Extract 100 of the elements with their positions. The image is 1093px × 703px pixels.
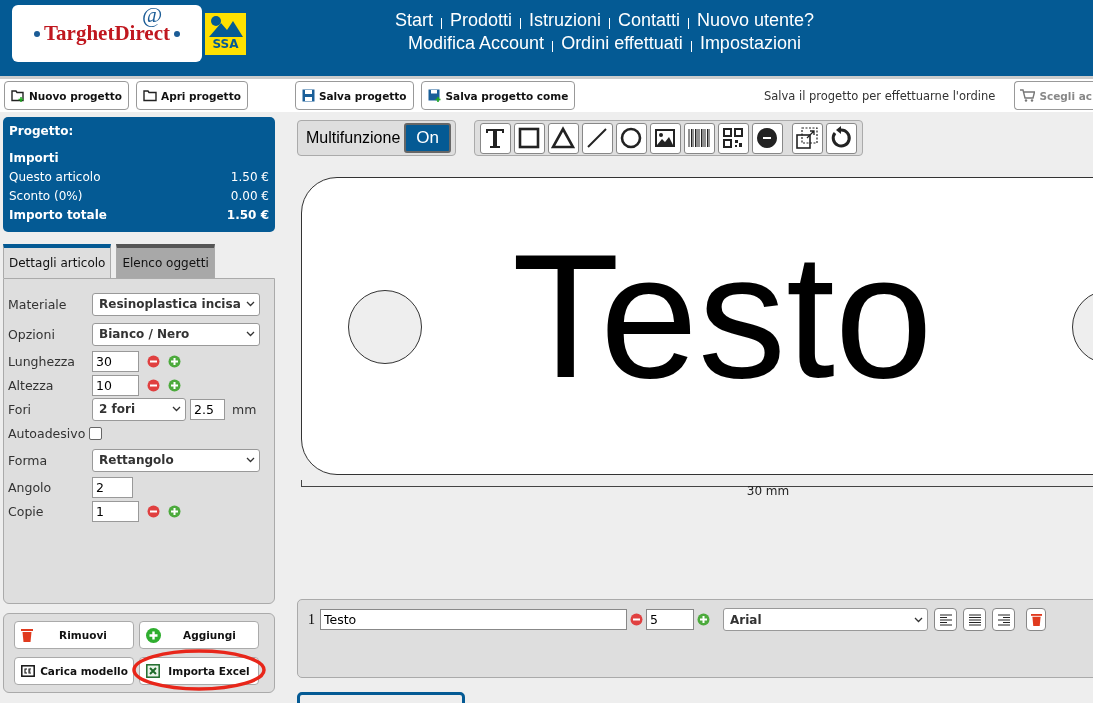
field-label: Lunghezza (8, 353, 76, 369)
toolbar-button[interactable]: Salva progetto (294, 81, 414, 110)
size-input[interactable]: 5 (646, 609, 694, 630)
project-title: Progetto: (9, 123, 75, 140)
plus-icon[interactable] (168, 504, 181, 518)
shape-tool[interactable] (751, 122, 783, 154)
rotate-icon (829, 126, 854, 150)
field-label: Fori (8, 401, 32, 417)
caret-icon (172, 406, 181, 412)
toggle-switch[interactable]: On (404, 123, 451, 153)
caret-icon (246, 301, 255, 307)
qr-code-icon (721, 126, 746, 150)
caret-icon (246, 457, 255, 463)
field-label: Opzioni (8, 326, 56, 342)
resize-icon (795, 126, 820, 150)
dropdown[interactable]: Bianco / Nero (92, 322, 260, 346)
font-dropdown[interactable]: Arial (723, 608, 928, 631)
tab[interactable]: Dettagli articolo (3, 244, 112, 278)
section-heading: Importi (9, 150, 60, 167)
nav-link[interactable]: Start (386, 10, 441, 31)
circle-tool[interactable] (615, 122, 647, 154)
dropdown[interactable]: Resinoplastica incisa (92, 292, 260, 316)
circle-icon (619, 126, 644, 150)
minus-icon[interactable] (630, 613, 643, 626)
plus-icon[interactable] (697, 613, 710, 626)
action-button[interactable]: Rimuovi (14, 621, 134, 649)
checkbox[interactable] (89, 426, 103, 440)
resize-tool[interactable] (791, 122, 823, 154)
save-plus-icon (427, 89, 442, 102)
rotate-tool[interactable] (825, 122, 857, 154)
image-icon (653, 126, 678, 150)
nav-link[interactable]: Prodotti (441, 10, 520, 31)
tab[interactable]: Elenco oggetti (116, 244, 215, 278)
spreadsheet-icon (146, 664, 160, 678)
plus-icon[interactable] (168, 354, 181, 368)
label-text[interactable]: Testo (512, 216, 933, 416)
field-label: Angolo (8, 479, 53, 495)
nav-link[interactable]: Modifica Account (400, 33, 553, 54)
save-icon (301, 89, 315, 102)
text-input[interactable]: Testo (320, 609, 627, 630)
toolbar-button[interactable]: Salva progetto come (420, 81, 576, 110)
action-button[interactable]: Importa Excel (139, 657, 259, 685)
dimension-label: 30 mm (746, 484, 790, 498)
template-icon (21, 665, 35, 677)
delete-button[interactable] (1026, 608, 1046, 631)
price-label: Sconto (0%) (9, 188, 83, 205)
input-field[interactable]: 10 (92, 374, 139, 396)
toolbar-button[interactable]: Apri progetto (136, 81, 248, 110)
align-center-icon (968, 613, 981, 626)
choose-button[interactable]: Scegli ac (1014, 81, 1093, 110)
input-field[interactable]: 30 (92, 350, 139, 372)
price-label: Importo totale (9, 207, 107, 224)
minus-icon[interactable] (147, 504, 160, 518)
nav-link[interactable]: Nuovo utente? (689, 10, 823, 31)
plus-icon[interactable] (168, 378, 181, 392)
qr-code-tool[interactable] (717, 122, 749, 154)
price-value: 1.50 € (226, 207, 269, 224)
align-right-button[interactable] (992, 608, 1015, 631)
text-tool[interactable] (479, 122, 511, 154)
input-field[interactable]: 1 (92, 500, 139, 522)
action-button[interactable]: Carica modello (14, 657, 134, 685)
folder-plus-icon (11, 89, 25, 102)
toolbar-button[interactable]: Nuovo progetto (4, 81, 129, 110)
align-center-button[interactable] (963, 608, 986, 631)
cart-icon (1019, 89, 1036, 102)
input-field[interactable]: 2.5 (190, 398, 225, 420)
field-label: Altezza (8, 377, 55, 393)
logo[interactable]: TarghetDirect @ (12, 5, 202, 62)
minus-icon[interactable] (147, 354, 160, 368)
trash-icon (21, 628, 33, 642)
input-field[interactable]: 2 (92, 476, 133, 498)
field-label: Materiale (8, 296, 68, 312)
triangle-tool[interactable] (547, 122, 579, 154)
dropdown[interactable]: Rettangolo (92, 448, 260, 472)
nav-link[interactable]: Istruzioni (520, 10, 609, 31)
line-tool[interactable] (581, 122, 613, 154)
align-right-icon (997, 613, 1010, 626)
align-left-button[interactable] (934, 608, 957, 631)
price-label: Questo articolo (9, 169, 101, 186)
price-value: 0.00 € (230, 188, 269, 205)
minus-icon[interactable] (147, 378, 160, 392)
field-label: Forma (8, 452, 49, 468)
rectangle-tool[interactable] (513, 122, 545, 154)
label-plate[interactable]: Testo (301, 177, 1093, 475)
nav-link[interactable]: Ordini effettuati (553, 33, 691, 54)
nav-link[interactable]: Contatti (609, 10, 688, 31)
trash-icon (1030, 613, 1042, 626)
row-number: 1 (308, 611, 315, 628)
barcode-icon (687, 126, 712, 150)
dropdown[interactable]: 2 fori (92, 397, 186, 421)
triangle-icon (551, 126, 576, 150)
save-hint: Salva il progetto per effettuarne l'ordine (763, 88, 996, 103)
ssa-logo: SSA (205, 13, 246, 55)
image-tool[interactable] (649, 122, 681, 154)
action-button[interactable]: Aggiungi (139, 621, 259, 649)
mode-label: Multifunzione (306, 129, 401, 147)
nav-link[interactable]: Impostazioni (691, 33, 809, 54)
caret-icon (246, 331, 255, 337)
align-left-icon (939, 613, 952, 626)
barcode-tool[interactable] (683, 122, 715, 154)
